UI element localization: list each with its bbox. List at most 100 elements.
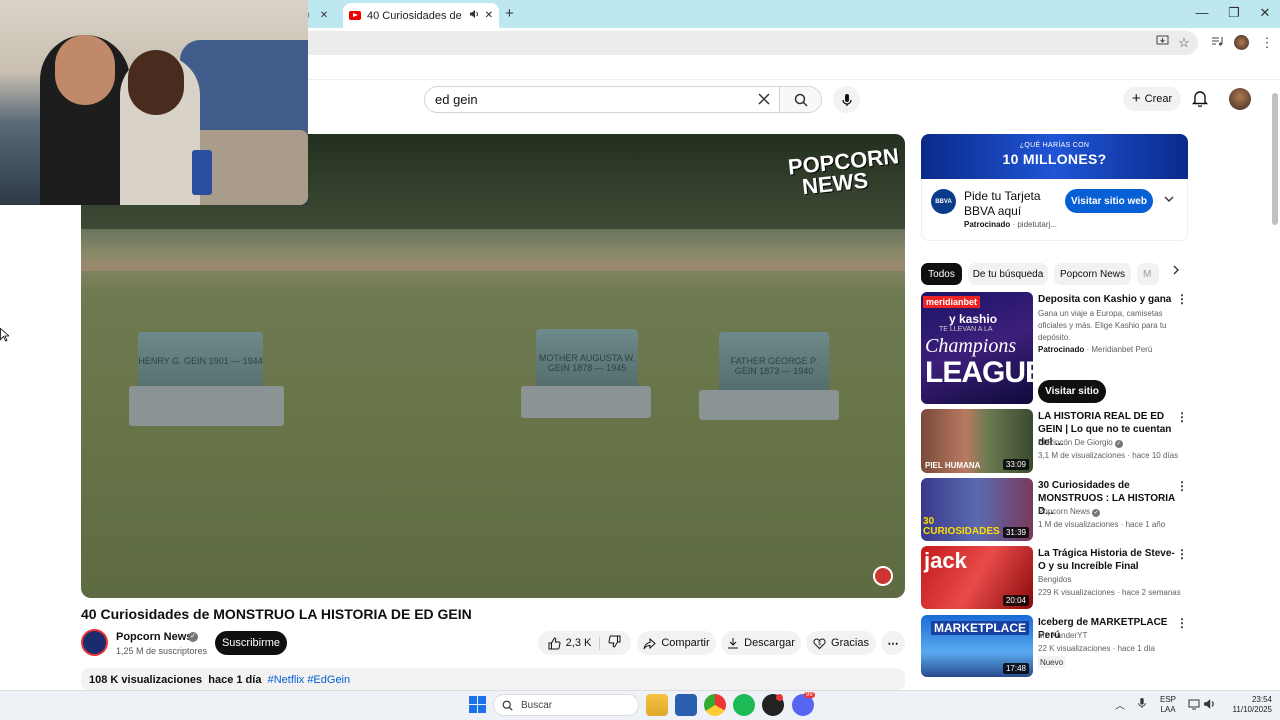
taskbar-search[interactable]: Buscar [493,694,639,716]
share-button[interactable]: Compartir [637,631,716,655]
more-options-icon[interactable]: ⋮ [1176,617,1188,629]
gravestone-base [129,386,284,426]
clock[interactable]: 23:54 11/10/2025 [1224,695,1272,715]
rec-ad-description: Gana un viaje a Europa, camisetas oficia… [1038,309,1167,342]
ad-visit-button[interactable]: Visitar sitio web [1065,189,1153,213]
rec-visit-site-button[interactable]: Visitar sitio [1038,380,1106,403]
scrollbar-thumb[interactable] [1272,93,1278,225]
chevron-down-icon[interactable] [1163,193,1177,207]
browser-menu-icon[interactable]: ⋮ [1257,33,1277,53]
channel-name[interactable]: Popcorn News [116,631,192,643]
install-app-icon[interactable] [1152,33,1172,53]
channel-avatar[interactable] [81,629,108,656]
rec-duration: 31:39 [1002,527,1029,538]
thanks-heart-icon: $ [813,637,826,649]
chrome-icon[interactable] [704,694,726,716]
ad-banner-big-text: 10 MILLONES? [1002,151,1107,167]
like-button[interactable]: 2,3 K [548,636,601,650]
rec-meta: 1 M de visualizaciones · hace 1 año [1038,520,1166,529]
profile-avatar[interactable] [1234,35,1249,50]
keyboard-layout: LAA [1160,705,1176,714]
rec-channel-name: Popcorn News [1038,507,1091,516]
rec-thumbnail[interactable]: MARKETPLACE 17:48 [921,615,1033,677]
chip-from-search[interactable]: De tu búsqueda [968,263,1048,285]
rec-duration: 17:48 [1002,663,1029,674]
rec-channel[interactable]: El Rincón De Giorgio ✓ [1038,438,1123,448]
rec-thumbnail[interactable]: 30 CURIOSIDADES 31:39 [921,478,1033,541]
rec-channel[interactable]: Popcorn News ✓ [1038,507,1101,517]
rec-channel[interactable]: Bengidos [1038,575,1071,584]
search-button[interactable] [779,87,821,112]
bbva-logo: BBVA [931,189,956,214]
rec-thumbnail[interactable]: jack 20:04 [921,546,1033,609]
webcam-can [192,150,212,195]
rec-thumb-text: LEAGUE [925,356,1033,389]
search-input[interactable]: ed gein [425,92,749,107]
store-icon[interactable] [675,694,697,716]
rec-title[interactable]: Deposita con Kashio y gana [1038,293,1176,306]
subscribe-button[interactable]: Suscribirme [215,631,287,655]
microphone-icon[interactable] [1137,696,1147,715]
rec-thumb-text: Champions [925,335,1017,357]
ad-headline[interactable]: Pide tu Tarjeta BBVA aquí [964,189,1059,219]
volume-icon[interactable] [1203,697,1215,715]
download-button[interactable]: Descargar [721,631,801,655]
rec-advertiser: Meridianbet Perú [1091,345,1153,354]
chip-more[interactable]: M [1137,263,1159,285]
chip-todos[interactable]: Todos [921,263,962,285]
input-language[interactable]: ESP LAA [1156,695,1180,715]
rec-title[interactable]: La Trágica Historia de Steve-O y su Incr… [1038,547,1176,573]
new-tab-button[interactable]: + [505,5,514,22]
search-box[interactable]: ed gein [424,86,822,113]
network-icon[interactable] [1188,697,1200,715]
rec-thumb-brand: meridianbet [923,296,981,308]
plus-icon: + [1131,90,1141,107]
windows-start-icon[interactable] [469,696,486,713]
more-options-icon[interactable]: ⋮ [1176,480,1188,492]
more-options-icon[interactable]: ⋮ [1176,293,1188,305]
spotify-icon[interactable] [733,694,755,716]
more-actions-icon[interactable]: ⋯ [881,631,905,655]
address-bar[interactable] [300,31,1198,55]
notifications-bell-icon[interactable] [1191,89,1211,109]
gravestone-base [521,386,651,418]
account-avatar[interactable] [1229,88,1251,110]
more-options-icon[interactable]: ⋮ [1176,548,1188,560]
bookmark-star-icon[interactable]: ☆ [1174,33,1194,53]
tray-chevron-icon[interactable]: ︿ [1115,697,1125,712]
rec-thumbnail[interactable]: meridianbet y kashio TE LLEVAN A LA Cham… [921,292,1033,404]
svg-text:$: $ [818,641,821,647]
rec-channel[interactable]: Mr. XanderYT [1038,631,1087,640]
chip-channel[interactable]: Popcorn News [1054,263,1131,285]
file-explorer-icon[interactable] [646,694,668,716]
rec-thumb-text: MARKETPLACE [931,621,1029,635]
speaker-icon[interactable] [469,9,479,22]
hashtags[interactable]: #Netflix #EdGein [268,674,351,686]
share-icon [643,637,657,649]
minimize-button[interactable]: — [1190,4,1214,22]
tab-close-icon[interactable]: ✕ [320,10,328,21]
close-window-button[interactable]: ✕ [1253,4,1277,22]
media-control-icon[interactable] [1207,33,1227,53]
dislike-button[interactable] [605,635,621,651]
clear-search-icon[interactable] [749,89,779,110]
create-button[interactable]: + Crear [1123,87,1181,111]
tab-close-icon[interactable]: ✕ [485,10,493,21]
maximize-button[interactable]: ❐ [1222,4,1246,22]
chevron-right-icon[interactable] [1167,264,1185,284]
rec-ad-meta: Patrocinado · Meridianbet Perú [1038,345,1153,354]
video-title: 40 Curiosidades de MONSTRUO LA HISTORIA … [81,606,472,622]
video-channel-watermark: POPCORN NEWS [786,143,901,200]
clock-date: 11/10/2025 [1232,705,1272,714]
description-box[interactable]: 108 K visualizaciones hace 1 día #Netfli… [81,668,905,690]
upload-age: hace 1 día [208,674,262,686]
voice-search-button[interactable] [833,86,860,113]
youtube-favicon-icon [349,11,361,20]
tab-active[interactable]: 40 Curiosidades de MONSTRUO ✕ [343,3,499,28]
ad-banner-image[interactable]: ¿QUÉ HARÍAS CON 10 MILLONES? [921,134,1188,179]
thanks-button[interactable]: $ Gracias [806,631,876,655]
rec-thumbnail[interactable]: PIEL HUMANA 33:09 [921,409,1033,473]
subscriber-count: 1,25 M de suscriptores [116,646,208,656]
more-options-icon[interactable]: ⋮ [1176,411,1188,423]
download-icon [728,638,739,649]
